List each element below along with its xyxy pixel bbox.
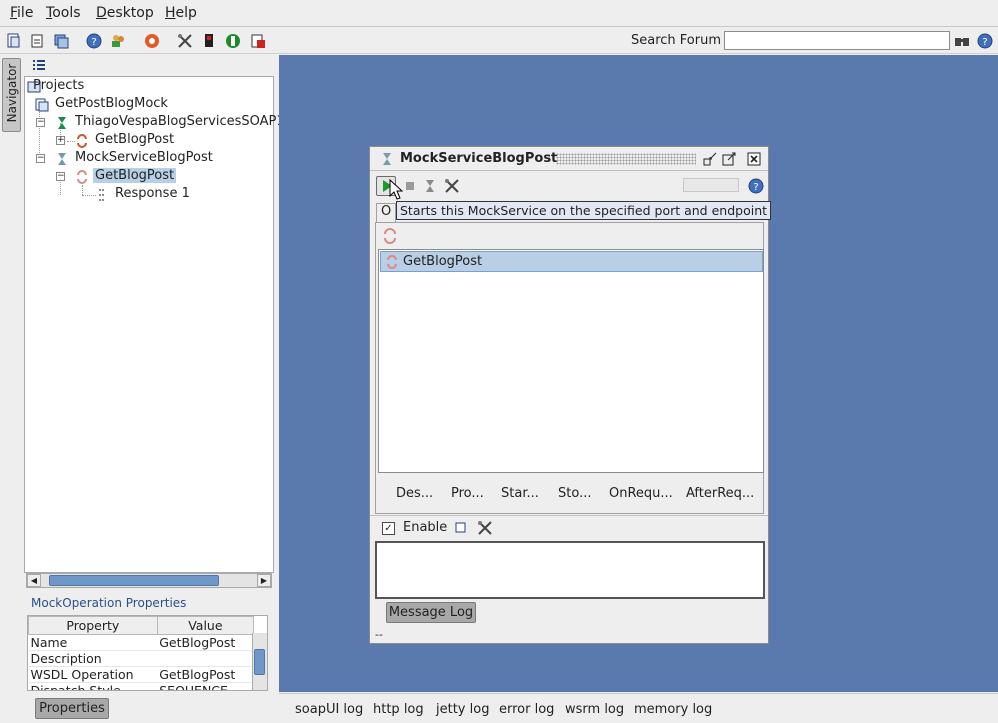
maximize-icon[interactable] <box>722 152 736 166</box>
help-icon[interactable]: ? <box>976 32 994 50</box>
import-project-icon[interactable] <box>28 32 46 50</box>
properties-title: MockOperation Properties <box>31 596 187 610</box>
mock-operation-icon <box>387 255 397 269</box>
search-forum-label: Search Forum <box>630 33 721 48</box>
properties-vertical-scrollbar[interactable] <box>252 633 267 690</box>
mock-operations-list: GetBlogPost <box>378 249 764 473</box>
enable-checkbox[interactable]: ✓ <box>382 522 395 535</box>
message-log-toolbar: ✓ Enable <box>370 515 768 539</box>
project-icon <box>35 98 49 112</box>
start-tooltip: Starts this MockService on the specified… <box>396 201 771 220</box>
red-document-icon[interactable] <box>249 32 267 50</box>
table-row[interactable]: Description <box>28 650 254 667</box>
collapse-icon[interactable]: − <box>56 172 65 181</box>
port-field[interactable] <box>683 178 739 192</box>
enable-label: Enable <box>403 520 448 535</box>
new-project-icon[interactable] <box>5 32 23 50</box>
title-grip <box>556 153 696 165</box>
tab-jetty-log[interactable]: jetty log <box>436 702 489 717</box>
tab-on-request-script[interactable]: OnRequ... <box>609 486 673 501</box>
preferences-icon[interactable] <box>176 32 194 50</box>
menu-bar: File Tools Desktop Help <box>0 0 998 27</box>
menu-file[interactable]: File <box>10 5 33 21</box>
mock-response-icon <box>99 189 105 201</box>
mock-service-options-icon[interactable] <box>421 177 439 195</box>
interface-icon <box>58 117 66 129</box>
mock-service-icon <box>58 153 66 165</box>
tab-http-log[interactable]: http log <box>373 702 424 717</box>
properties-tab[interactable]: Properties <box>35 698 109 719</box>
binoculars-icon[interactable] <box>953 32 971 50</box>
table-row[interactable]: Dispatch Style SEQUENCE <box>28 682 254 690</box>
scroll-right-icon[interactable]: ▶ <box>257 574 271 587</box>
tree-view-icon[interactable] <box>31 58 47 72</box>
column-header-property[interactable]: Property <box>28 616 158 635</box>
navigator-tab[interactable]: Navigator <box>2 58 21 132</box>
properties-table: Property Value Name GetBlogPost Descripti… <box>27 615 268 691</box>
tab-properties[interactable]: Pro... <box>451 486 484 501</box>
operation-icon <box>77 134 87 148</box>
window-title: MockServiceBlogPost <box>400 151 558 166</box>
menu-tools[interactable]: Tools <box>46 5 81 21</box>
window-title-bar[interactable]: MockServiceBlogPost <box>370 147 768 171</box>
table-row[interactable]: WSDL Operation GetBlogPost <box>28 666 254 683</box>
settings-icon[interactable] <box>443 177 461 195</box>
expand-icon[interactable]: + <box>56 136 65 145</box>
mock-operation-label: GetBlogPost <box>403 254 483 269</box>
message-log-area[interactable] <box>375 541 765 599</box>
search-forum-input[interactable] <box>724 31 950 50</box>
window-status: -- <box>375 628 383 641</box>
tab-wsrm-log[interactable]: wsrm log <box>565 702 624 717</box>
soapui-logo-icon[interactable] <box>143 32 161 50</box>
message-log-tab[interactable]: Message Log <box>386 602 476 623</box>
menu-desktop[interactable]: Desktop <box>96 5 154 21</box>
mock-operation-icon <box>77 170 87 184</box>
scroll-left-icon[interactable]: ◀ <box>27 574 41 587</box>
mouse-cursor-icon <box>389 179 403 200</box>
mock-service-toolbar: ? <box>370 173 768 199</box>
tab-start-script[interactable]: Star... <box>501 486 539 501</box>
collapse-icon[interactable]: − <box>36 118 45 127</box>
scroll-thumb[interactable] <box>49 575 219 586</box>
tab-soapui-log[interactable]: soapUI log <box>295 702 363 717</box>
mock-service-window: MockServiceBlogPost ? O GetBlogPost Des.… <box>369 146 769 644</box>
save-all-icon[interactable] <box>52 32 70 50</box>
scroll-thumb[interactable] <box>254 649 265 675</box>
log-tabs-bar: soapUI log http log jetty log error log … <box>279 693 998 723</box>
svg-text:?: ? <box>91 37 96 48</box>
minimize-icon[interactable] <box>703 152 717 166</box>
new-mock-operation-icon[interactable] <box>382 228 398 244</box>
main-toolbar: ? Search Forum ? <box>0 28 998 54</box>
users-icon[interactable] <box>109 32 127 50</box>
svg-text:?: ? <box>982 37 987 48</box>
tab-stop-script[interactable]: Sto... <box>558 486 591 501</box>
tab-operations[interactable]: O <box>376 203 396 223</box>
monitor-icon[interactable] <box>200 32 218 50</box>
project-tree: Projects GetPostBlogMock − ThiagoVespaBl… <box>24 76 285 573</box>
table-row[interactable]: Name GetBlogPost <box>28 634 254 651</box>
list-item[interactable]: GetBlogPost <box>380 251 763 272</box>
help-icon[interactable]: ? <box>747 177 765 195</box>
svg-text:?: ? <box>753 182 758 193</box>
stop-icon[interactable] <box>401 177 419 195</box>
tab-after-request-script[interactable]: AfterReq... <box>686 486 754 501</box>
close-icon[interactable] <box>747 152 761 166</box>
green-circle-icon[interactable] <box>224 32 242 50</box>
mock-service-icon <box>383 153 391 165</box>
tab-memory-log[interactable]: memory log <box>634 702 712 717</box>
log-settings-icon[interactable] <box>476 519 494 537</box>
clear-log-icon[interactable] <box>454 521 468 535</box>
menu-help[interactable]: Help <box>165 5 197 21</box>
tree-horizontal-scrollbar[interactable]: ◀ ▶ <box>26 573 272 588</box>
script-tabs: Des... Pro... Star... Sto... OnRequ... A… <box>378 480 764 508</box>
help-icon[interactable]: ? <box>85 32 103 50</box>
column-header-value[interactable]: Value <box>156 616 255 635</box>
tab-error-log[interactable]: error log <box>499 702 554 717</box>
tab-description[interactable]: Des... <box>396 486 433 501</box>
collapse-icon[interactable]: − <box>36 154 45 163</box>
